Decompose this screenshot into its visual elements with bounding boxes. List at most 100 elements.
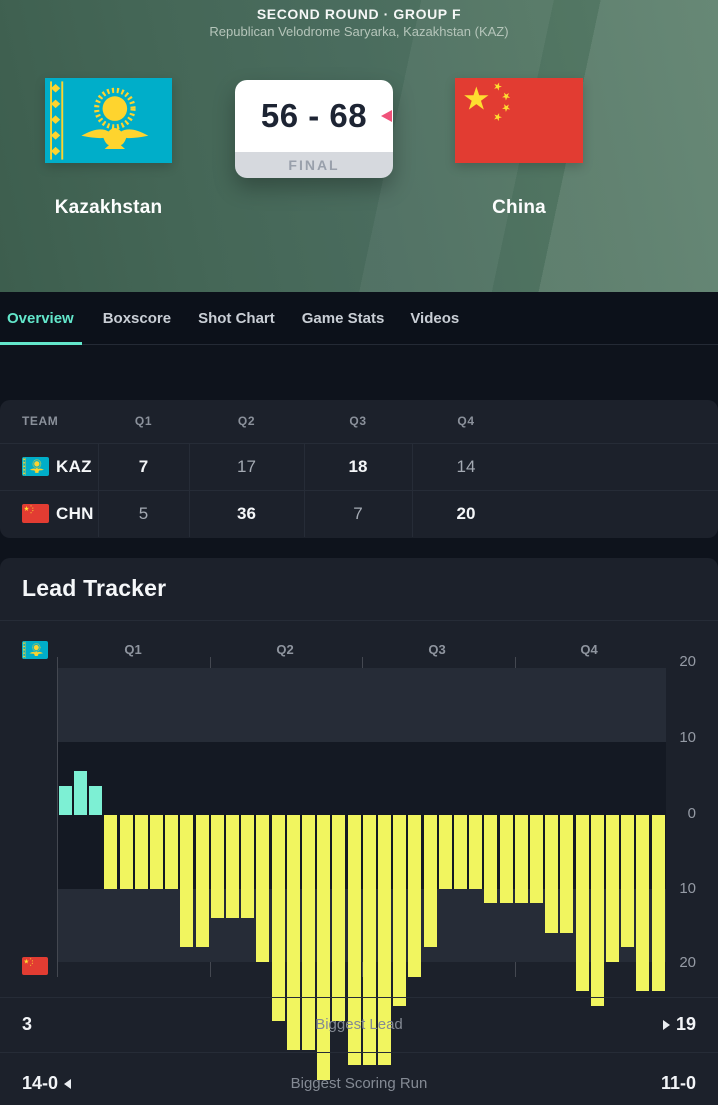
y-axis-tick: 20 <box>664 954 696 971</box>
team-code: KAZ <box>56 443 92 490</box>
lead-bar <box>211 815 224 918</box>
kazakhstan-flag <box>45 78 172 163</box>
final-score: 56 - 68 <box>235 80 393 152</box>
lead-bar <box>332 815 345 1021</box>
game-status-badge: FINAL <box>235 152 393 178</box>
lead-bar <box>165 815 178 889</box>
q4-score: 14 <box>412 443 520 490</box>
q1-score: 7 <box>98 443 189 490</box>
biggest-lead-home-value: 3 <box>22 1014 32 1035</box>
q1-score: 5 <box>98 490 189 537</box>
china-flag-icon <box>22 957 48 975</box>
column-header-q2: Q2 <box>189 400 304 443</box>
round-title: SECOND ROUND · GROUP F <box>0 6 718 22</box>
score-card: 56 - 68 FINAL <box>235 80 393 178</box>
q3-score: 7 <box>304 490 412 537</box>
lead-bar <box>287 815 300 1050</box>
lead-bar <box>606 815 619 962</box>
china-flag <box>455 78 583 163</box>
column-header-team: TEAM <box>22 400 58 443</box>
q2-score: 17 <box>189 443 304 490</box>
tab-videos[interactable]: Videos <box>410 310 459 327</box>
lead-bar <box>621 815 634 947</box>
divider <box>0 1052 718 1053</box>
score-value: 56 - 68 <box>261 97 367 135</box>
chart-label-q2: Q2 <box>276 642 293 657</box>
leader-arrow-left-icon <box>64 1079 71 1089</box>
lead-bar <box>89 786 102 815</box>
column-header-q4: Q4 <box>412 400 520 443</box>
y-axis-tick: 20 <box>664 653 696 670</box>
venue-label: Republican Velodrome Saryarka, Kazakhsta… <box>0 24 718 39</box>
lead-bar <box>302 815 315 1050</box>
divider <box>0 620 718 621</box>
team-code: CHN <box>56 490 94 537</box>
lead-bar <box>469 815 482 889</box>
lead-bar <box>652 815 665 991</box>
lead-bar <box>530 815 543 903</box>
tab-shot-chart[interactable]: Shot Chart <box>198 310 275 327</box>
tab-bar: Overview Boxscore Shot Chart Game Stats … <box>0 292 718 345</box>
q3-score: 18 <box>304 443 412 490</box>
biggest-run-away-value: 11-0 <box>661 1073 696 1094</box>
column-header-q1: Q1 <box>98 400 189 443</box>
away-team-name: China <box>430 197 608 219</box>
home-team-name: Kazakhstan <box>20 197 197 219</box>
lead-bar <box>393 815 406 1006</box>
lead-bar <box>408 815 421 977</box>
y-axis-tick: 0 <box>664 805 696 822</box>
lead-bar <box>317 815 330 1080</box>
biggest-lead-label: Biggest Lead <box>0 1016 718 1033</box>
quarter-scores-table: TEAM Q1 Q2 Q3 Q4 KAZ 7 17 18 14 CHN 5 36 <box>0 400 718 538</box>
biggest-run-home-value: 14-0 <box>22 1073 58 1094</box>
lead-bar <box>104 815 117 889</box>
lead-bar <box>576 815 589 991</box>
lead-bar <box>180 815 193 947</box>
lead-bar <box>424 815 437 947</box>
lead-bar <box>135 815 148 889</box>
biggest-lead-home: 3 <box>22 1014 32 1035</box>
table-row-kaz: KAZ 7 17 18 14 <box>0 443 718 490</box>
lead-bar <box>150 815 163 889</box>
lead-bar <box>439 815 452 889</box>
lead-bar <box>515 815 528 903</box>
y-axis-tick: 10 <box>664 729 696 746</box>
lead-chart-plot <box>58 668 666 962</box>
lead-bar <box>591 815 604 1006</box>
leader-arrow-right-icon <box>663 1020 670 1030</box>
active-tab-underline <box>0 342 82 345</box>
chart-label-q1: Q1 <box>124 642 141 657</box>
lead-bar <box>256 815 269 962</box>
tab-overview[interactable]: Overview <box>7 310 74 327</box>
divider <box>0 997 718 998</box>
column-header-q3: Q3 <box>304 400 412 443</box>
lead-bar <box>74 771 87 815</box>
lead-bar <box>636 815 649 991</box>
q2-score: 36 <box>189 490 304 537</box>
lead-tracker-card: Lead Tracker Q1 Q2 Q3 Q4 20 10 0 10 20 B… <box>0 558 718 1105</box>
lead-bar <box>484 815 497 903</box>
tab-game-stats[interactable]: Game Stats <box>302 310 385 327</box>
biggest-lead-away: 19 <box>663 1014 696 1035</box>
lead-bar <box>226 815 239 918</box>
kazakhstan-flag-icon <box>22 641 48 659</box>
chart-band <box>58 668 666 742</box>
lead-tracker-title: Lead Tracker <box>22 575 166 602</box>
q4-score: 20 <box>412 490 520 537</box>
chart-label-q3: Q3 <box>428 642 445 657</box>
lead-bar <box>196 815 209 947</box>
china-flag-icon <box>22 504 49 523</box>
lead-bar <box>241 815 254 918</box>
biggest-lead-away-value: 19 <box>676 1014 696 1035</box>
game-summary-page: SECOND ROUND · GROUP F Republican Velodr… <box>0 0 718 1105</box>
tab-boxscore[interactable]: Boxscore <box>103 310 171 327</box>
winner-indicator-icon <box>381 110 392 122</box>
y-axis-tick: 10 <box>664 880 696 897</box>
match-header: SECOND ROUND · GROUP F Republican Velodr… <box>0 0 718 292</box>
lead-bar <box>545 815 558 933</box>
lead-bar <box>59 786 72 815</box>
biggest-run-away: 11-0 <box>661 1073 696 1094</box>
kazakhstan-flag-icon <box>22 457 49 476</box>
lead-bar <box>560 815 573 933</box>
lead-bar <box>454 815 467 889</box>
